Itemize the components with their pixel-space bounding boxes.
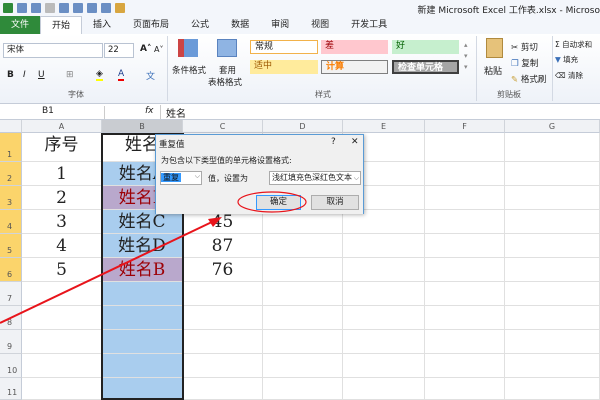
annotation-arrow — [0, 220, 215, 324]
highlight-ellipse — [237, 191, 307, 213]
arrow-head-icon — [208, 217, 222, 227]
annotation-overlay — [0, 191, 307, 324]
